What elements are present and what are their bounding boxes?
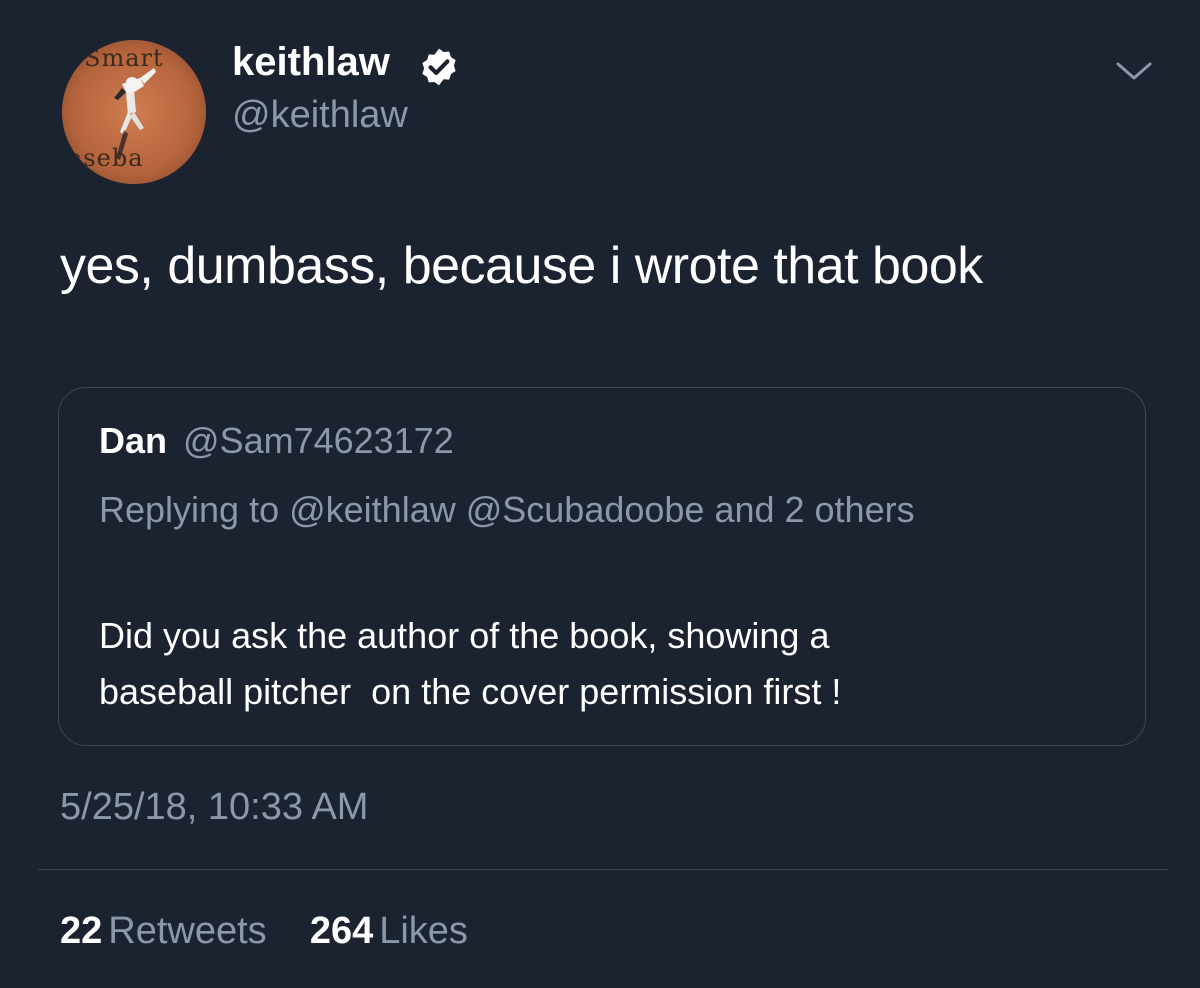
quoted-tweet-handle: @Sam74623172 <box>183 420 454 461</box>
avatar[interactable]: Smart aseba <box>62 40 206 184</box>
retweets-stat[interactable]: 22 Retweets <box>60 910 277 952</box>
quoted-tweet-text: Did you ask the author of the book, show… <box>99 615 842 712</box>
likes-count: 264 <box>309 910 374 952</box>
author-display-name[interactable]: keithlaw <box>232 40 390 85</box>
quoted-tweet[interactable]: Dan @Sam74623172 Replying to @keithlaw @… <box>58 387 1146 746</box>
tweet-detail: Smart aseba keithlaw @keithlaw yes, dumb… <box>0 0 1200 988</box>
quoted-tweet-reply-context: Replying to @keithlaw @Scubadoobe and 2 … <box>99 489 915 530</box>
author-handle[interactable]: @keithlaw <box>232 94 408 137</box>
verified-badge-icon <box>422 48 456 86</box>
tweet-timestamp: 5/25/18, 10:33 AM <box>60 786 369 828</box>
avatar-text-bottom: aseba <box>68 144 144 172</box>
quoted-tweet-author: Dan @Sam74623172 <box>99 420 454 462</box>
quoted-tweet-name: Dan <box>99 420 168 461</box>
avatar-text-top: Smart <box>84 44 164 72</box>
tweet-text: yes, dumbass, because i wrote that book <box>60 237 983 295</box>
retweets-count: 22 <box>60 910 103 952</box>
divider <box>38 869 1168 870</box>
likes-stat[interactable]: 264 Likes <box>299 910 468 952</box>
likes-label: Likes <box>379 910 468 952</box>
chevron-down-icon[interactable] <box>1112 56 1156 86</box>
retweets-label: Retweets <box>108 910 267 952</box>
tweet-stats: 22 Retweets 264 Likes <box>60 910 468 953</box>
